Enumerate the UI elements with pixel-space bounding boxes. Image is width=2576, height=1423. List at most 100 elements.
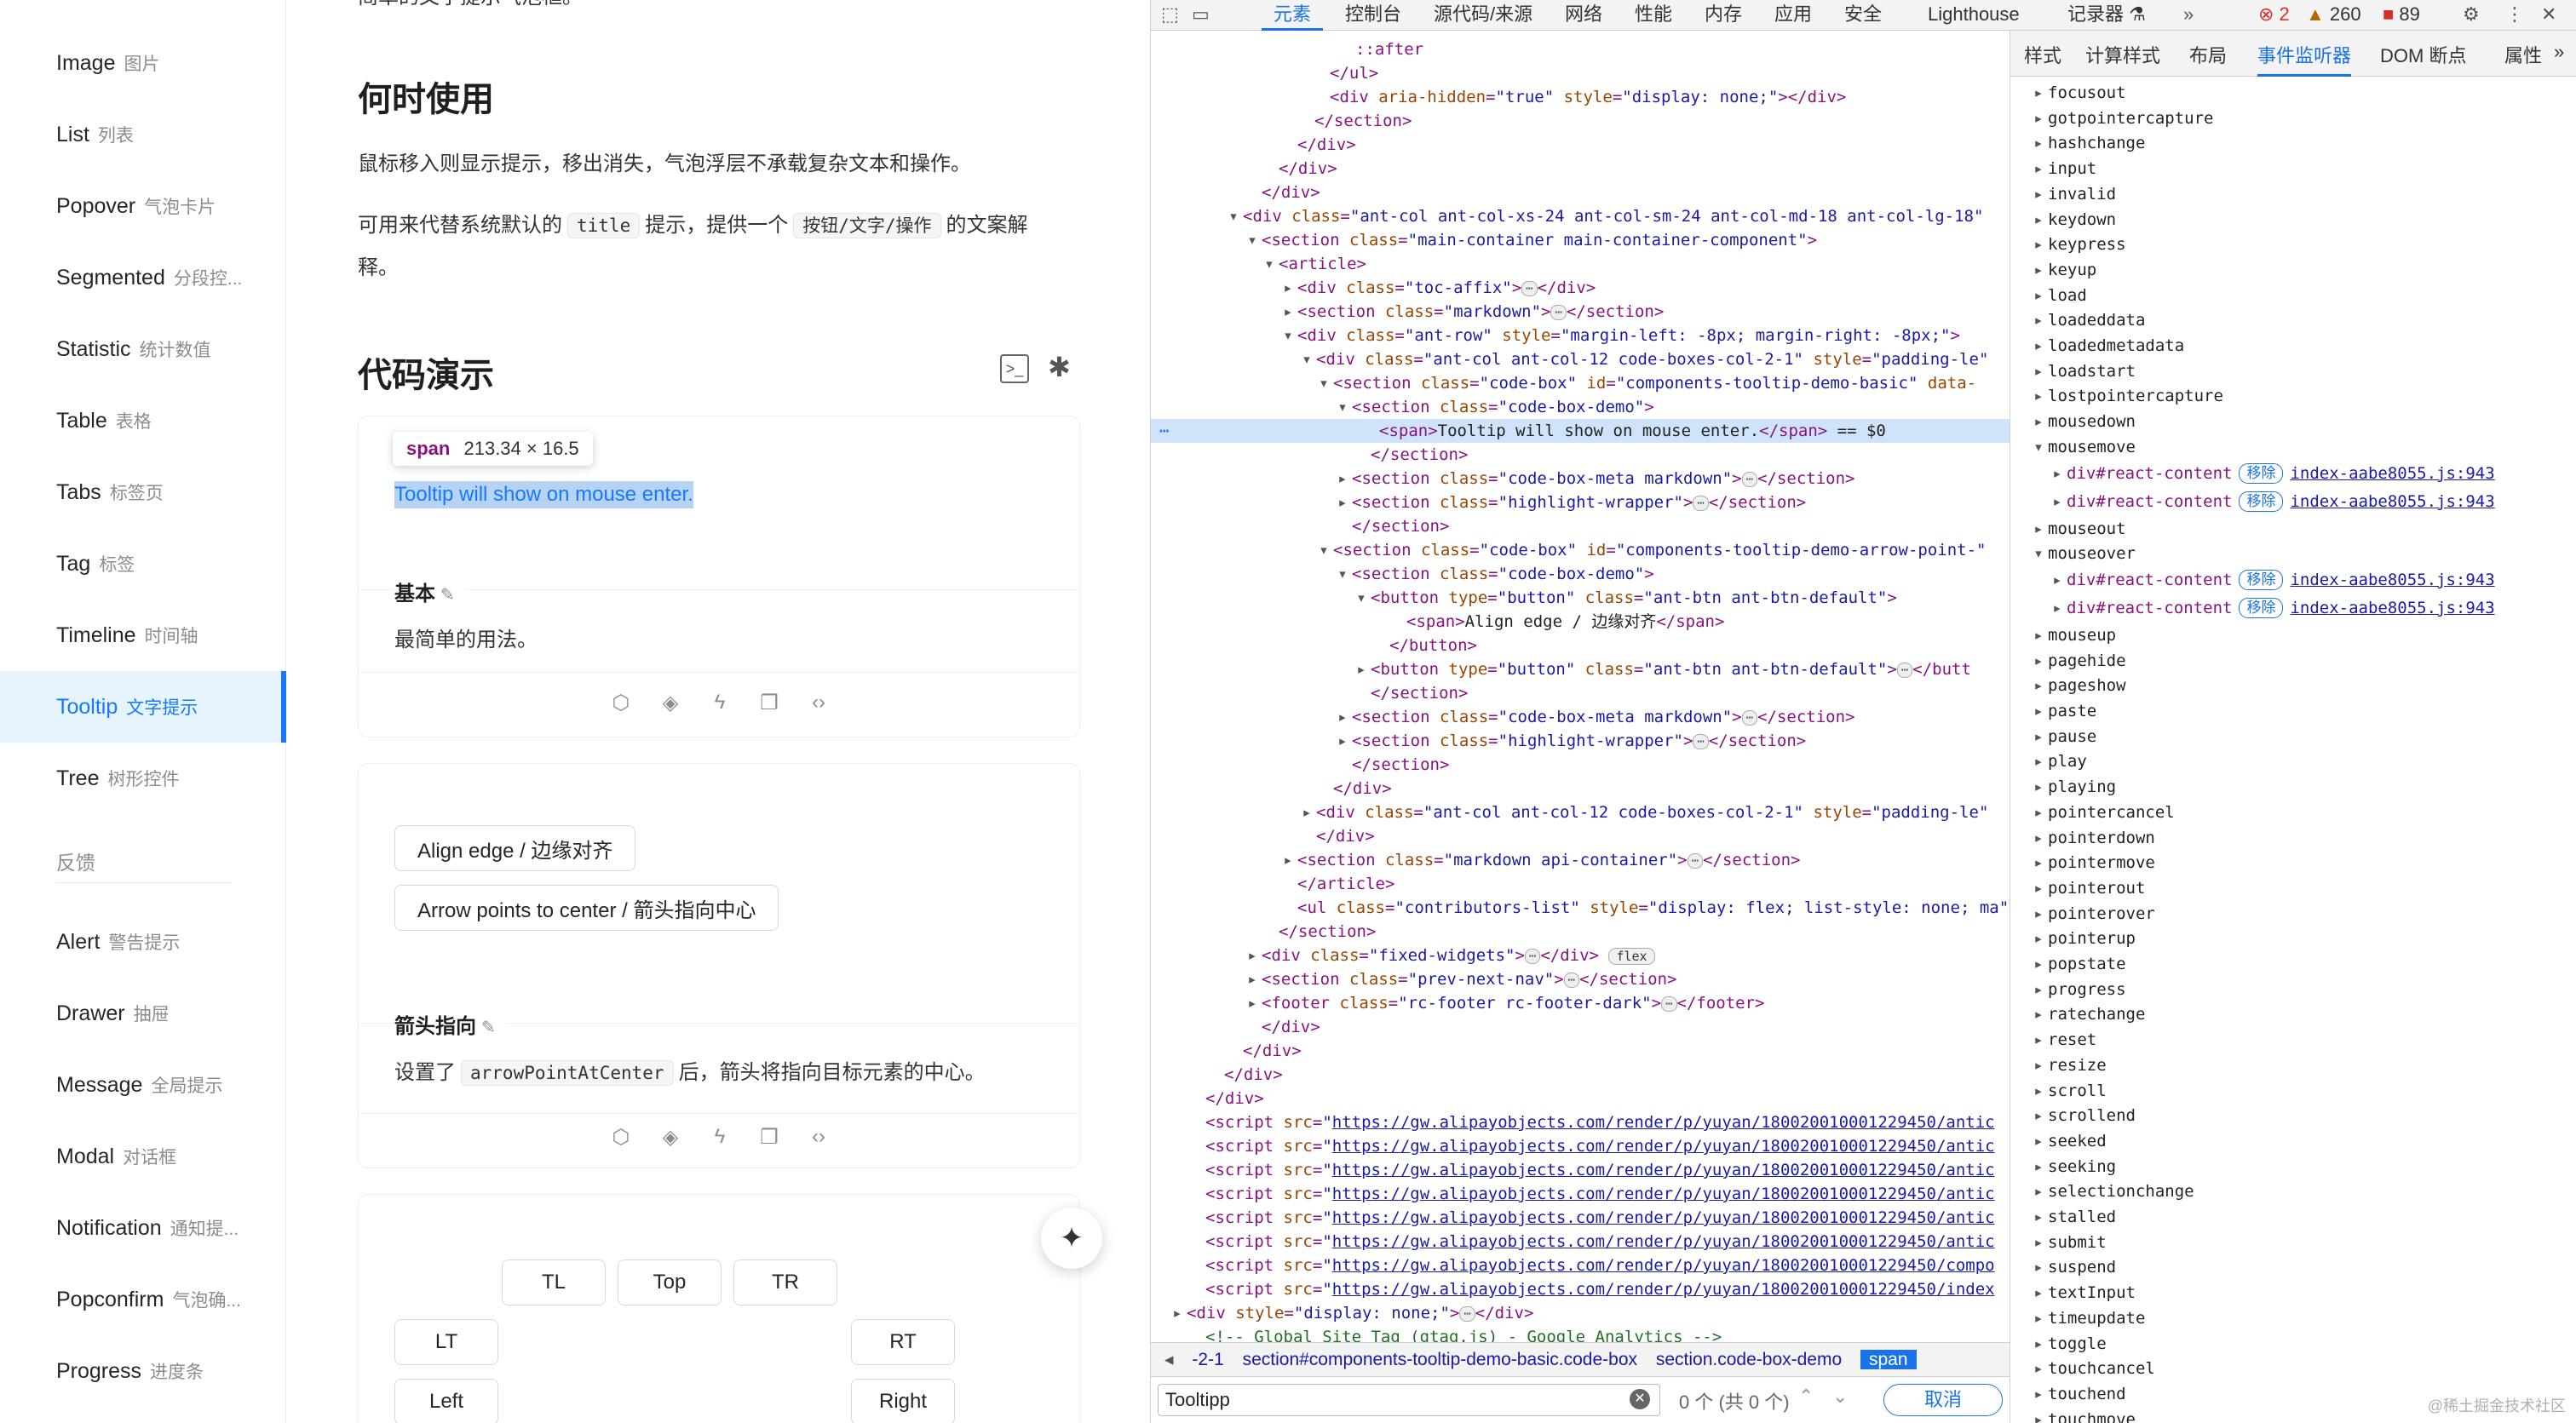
event-type-row[interactable]: ▸ ratechange <box>2010 1001 2576 1027</box>
event-type-row[interactable]: ▸ invalid <box>2010 181 2576 207</box>
sidebar-item-statistic[interactable]: Statistic 统计数值 <box>0 313 286 385</box>
expand-toggle-icon[interactable]: ▸ <box>2029 1254 2048 1280</box>
search-prev-icon[interactable]: ⌃ <box>1798 1386 1814 1408</box>
expand-toggle-icon[interactable]: ▸ <box>2029 1280 2048 1305</box>
dom-node-line[interactable]: <script src="https://gw.alipayobjects.co… <box>1151 1110 2010 1134</box>
arrow-center-button[interactable]: Arrow points to center / 箭头指向中心 <box>394 885 779 931</box>
expand-toggle-icon[interactable]: ▸ <box>2029 749 2048 774</box>
event-type-row[interactable]: ▸ suspend <box>2010 1254 2576 1280</box>
event-type-row[interactable]: ▸ lostpointercapture <box>2010 383 2576 409</box>
close-devtools-icon[interactable]: ✕ <box>2541 0 2556 31</box>
expand-toggle-icon[interactable]: ▸ <box>2029 1204 2048 1230</box>
stackblitz-icon[interactable]: ϟ <box>708 1125 732 1150</box>
settings-gear-icon[interactable]: ⚙ <box>2463 0 2480 31</box>
sidepane-tab[interactable]: 属性 <box>2504 41 2542 77</box>
event-type-row[interactable]: ▸ loadeddata <box>2010 307 2576 333</box>
expand-toggle-icon[interactable]: ▸ <box>1279 848 1297 872</box>
issues-count[interactable]: ■ 89 <box>2383 0 2420 31</box>
sidebar-item-timeline[interactable]: Timeline 时间轴 <box>0 600 286 671</box>
warning-count[interactable]: ▲ 260 <box>2306 0 2361 31</box>
sidebar-item-modal[interactable]: Modal 对话框 <box>0 1121 286 1192</box>
event-type-row[interactable]: ▸ pointerdown <box>2010 825 2576 851</box>
sidebar-item-list[interactable]: List 列表 <box>0 99 286 170</box>
sidepane-tab[interactable]: 事件监听器 <box>2257 41 2352 77</box>
expand-toggle-icon[interactable]: ▸ <box>1333 729 1352 753</box>
dom-node-line[interactable]: <script src="https://gw.alipayobjects.co… <box>1151 1277 2010 1301</box>
expand-toggle-icon[interactable]: ▸ <box>2029 383 2048 409</box>
dom-node-line[interactable]: </section> <box>1151 920 2010 944</box>
expand-toggle-icon[interactable]: ▸ <box>1333 491 1352 514</box>
dom-node-line[interactable]: ▸ <footer class="rc-footer rc-footer-dark… <box>1151 991 2010 1015</box>
event-type-row[interactable]: ▸ paste <box>2010 698 2576 724</box>
event-type-row[interactable]: ▸ playing <box>2010 774 2576 800</box>
expand-toggle-icon[interactable]: ▸ <box>1279 300 1297 324</box>
listener-row[interactable]: ▸ div#react-content 移除 index-aabe8055.js:94… <box>2010 460 2576 487</box>
expand-toggle-icon[interactable]: ▸ <box>2029 181 2048 207</box>
expand-toggle-icon[interactable]: ▸ <box>2029 825 2048 851</box>
event-type-row[interactable]: ▸ mouseup <box>2010 623 2576 648</box>
event-type-row[interactable]: ▸ keydown <box>2010 207 2576 232</box>
theme-magic-icon[interactable]: ✦ <box>1041 1208 1102 1269</box>
align-edge-button[interactable]: Align edge / 边缘对齐 <box>394 825 636 871</box>
remove-listener-button[interactable]: 移除 <box>2239 463 2284 484</box>
more-options-icon[interactable]: ⋮ <box>2505 0 2524 31</box>
dom-node-line[interactable]: </div> <box>1151 1039 2010 1063</box>
dom-node-line[interactable]: </section> <box>1151 681 2010 705</box>
expand-toggle-icon[interactable]: ▸ <box>1333 467 1352 491</box>
dom-node-line[interactable]: </ul> <box>1151 61 2010 85</box>
expand-toggle-icon[interactable]: ▸ <box>2029 1027 2048 1053</box>
sidebar-item-message[interactable]: Message 全局提示 <box>0 1049 286 1121</box>
placement-left-button[interactable]: Left <box>394 1379 498 1423</box>
expand-toggle-icon[interactable]: ▸ <box>2029 232 2048 257</box>
dom-node-line[interactable]: ▸ <section class="markdown api-container"… <box>1151 848 2010 872</box>
expand-toggle-icon[interactable]: ▸ <box>1243 944 1262 967</box>
expand-toggle-icon[interactable]: ▸ <box>1243 991 1262 1015</box>
sidebar-item-notification[interactable]: Notification 通知提... <box>0 1192 286 1264</box>
event-type-row[interactable]: ▸ pause <box>2010 724 2576 749</box>
expand-toggle-icon[interactable]: ▸ <box>2029 1128 2048 1154</box>
expand-toggle-icon[interactable]: ▾ <box>1243 228 1262 252</box>
dom-node-line[interactable]: </div> <box>1151 181 2010 204</box>
devtools-tab[interactable]: 应用 <box>1774 0 1812 31</box>
devtools-tab[interactable]: 性能 <box>1635 0 1672 31</box>
expand-toggle-icon[interactable]: ▸ <box>2029 1356 2048 1381</box>
event-type-row[interactable]: ▸ pointerover <box>2010 901 2576 927</box>
sidepane-tab[interactable]: 样式 <box>2024 41 2061 77</box>
edit-icon[interactable]: ✎ <box>440 586 455 605</box>
sidebar-item-alert[interactable]: Alert 警告提示 <box>0 906 286 978</box>
event-type-row[interactable]: ▸ progress <box>2010 977 2576 1002</box>
devtools-tab[interactable]: 源代码/来源 <box>1434 0 1532 31</box>
expand-toggle-icon[interactable]: ▸ <box>2029 951 2048 977</box>
node-menu-icon[interactable]: ⋯ <box>1159 419 1169 443</box>
event-type-row[interactable]: ▸ mousedown <box>2010 409 2576 434</box>
edit-icon[interactable]: ✎ <box>481 1018 496 1037</box>
expand-toggle-icon[interactable]: ▸ <box>2029 724 2048 749</box>
dom-node-line[interactable]: </section> <box>1151 443 2010 467</box>
codesandbox-icon[interactable]: ⬡ <box>609 1125 633 1150</box>
expand-toggle-icon[interactable]: ▸ <box>2029 1154 2048 1179</box>
event-type-row[interactable]: ▸ play <box>2010 749 2576 774</box>
code-expand-icon[interactable]: ‹› <box>807 1125 831 1150</box>
dom-node-line[interactable]: ▾ <div class="ant-col ant-col-12 code-box… <box>1151 347 2010 371</box>
sidepane-tab[interactable]: 布局 <box>2189 41 2227 77</box>
dom-node-line[interactable]: <ul class="contributors-list" style="dis… <box>1151 896 2010 920</box>
expand-toggle-icon[interactable]: ▸ <box>2029 516 2048 542</box>
expand-toggle-icon[interactable]: ▾ <box>1352 586 1371 610</box>
placement-tr-button[interactable]: TR <box>733 1259 837 1305</box>
devtools-tab[interactable]: 控制台 <box>1345 0 1401 31</box>
event-type-row[interactable]: ▸ seeked <box>2010 1128 2576 1154</box>
listener-row[interactable]: ▸ div#react-content 移除 index-aabe8055.js:94… <box>2010 594 2576 622</box>
dom-node-line[interactable]: </section> <box>1151 514 2010 538</box>
sidebar-item-popover[interactable]: Popover 气泡卡片 <box>0 170 286 242</box>
dom-node-line[interactable]: ▾ <div class="ant-col ant-col-xs-24 ant-c… <box>1151 204 2010 228</box>
sidebar-item-popconfirm[interactable]: Popconfirm 气泡确... <box>0 1264 286 1335</box>
dom-node-line[interactable]: </div> <box>1151 1063 2010 1087</box>
event-type-row[interactable]: ▸ scroll <box>2010 1078 2576 1104</box>
event-type-row[interactable]: ▸ keyup <box>2010 257 2576 283</box>
stackblitz-icon[interactable]: ϟ <box>708 691 732 715</box>
listener-source-link[interactable]: index-aabe8055.js:943 <box>2290 492 2494 511</box>
expand-toggle-icon[interactable]: ▸ <box>2029 648 2048 674</box>
expand-toggle-icon[interactable]: ▸ <box>1333 705 1352 729</box>
dom-node-line[interactable]: ::after <box>1151 37 2010 61</box>
placement-tl-button[interactable]: TL <box>502 1259 606 1305</box>
